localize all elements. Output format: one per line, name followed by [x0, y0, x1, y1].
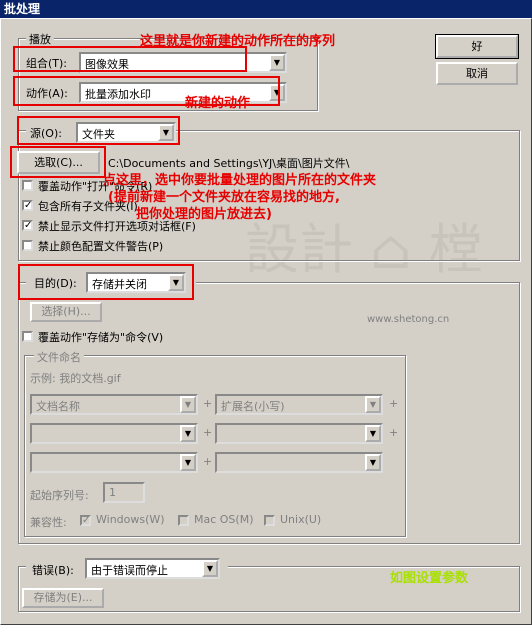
chevron-down-icon: ▼	[269, 54, 285, 71]
override-save-label: 覆盖动作"存储为"命令(V)	[38, 331, 164, 344]
errors-value: 由于错误而停止	[91, 564, 168, 577]
highlight-source	[17, 116, 180, 145]
name-field-1[interactable]: 文档名称 ▼	[30, 394, 198, 415]
cancel-button[interactable]: 取消	[436, 62, 518, 85]
chevron-down-icon: ▼	[202, 560, 218, 577]
include-subfolders-checkbox[interactable]: ✓	[22, 200, 33, 211]
settings-note: 如图设置参数	[390, 571, 469, 586]
serial-input[interactable]: 1	[103, 482, 145, 503]
chevron-down-icon: ▼	[180, 425, 196, 442]
naming-example: 示例: 我的文档.gif	[30, 372, 121, 385]
serial-value: 1	[109, 486, 116, 499]
errors-select[interactable]: 由于错误而停止 ▼	[85, 558, 220, 579]
name-field-5[interactable]: ▼	[30, 452, 198, 473]
suppress-color-checkbox[interactable]	[22, 240, 33, 251]
override-open-checkbox[interactable]	[22, 180, 33, 191]
chevron-down-icon: ▼	[365, 454, 381, 471]
name-field-2-value: 扩展名(小写)	[221, 400, 285, 413]
highlight-choose	[10, 146, 106, 178]
compat-windows-label: Windows(W)	[96, 513, 165, 526]
compat-mac-checkbox[interactable]	[178, 515, 189, 526]
compat-windows-checkbox[interactable]: ✓	[80, 515, 91, 526]
name-field-2[interactable]: 扩展名(小写) ▼	[215, 394, 383, 415]
plus-sign: +	[389, 397, 399, 410]
highlight-set	[13, 46, 247, 72]
plus-sign: +	[203, 455, 213, 468]
sequence-note: 这里就是你新建的动作所在的序列	[140, 34, 336, 49]
compat-mac-label: Mac OS(M)	[194, 513, 254, 526]
name-field-6[interactable]: ▼	[215, 452, 383, 473]
play-legend: 播放	[26, 31, 54, 47]
chevron-down-icon: ▼	[365, 425, 381, 442]
chevron-down-icon: ▼	[180, 396, 196, 413]
errors-label: 错误(B):	[32, 564, 74, 577]
window-title: 批处理	[4, 2, 41, 16]
serial-label: 起始序列号:	[30, 489, 89, 502]
name-field-4[interactable]: ▼	[215, 423, 383, 444]
save-as-button[interactable]: 存储为(E)...	[22, 588, 104, 608]
action-note: 新建的动作	[185, 96, 251, 111]
suppress-dialogs-checkbox[interactable]: ✓	[22, 220, 33, 231]
plus-sign: +	[389, 426, 399, 439]
title-bar: 批处理	[0, 0, 532, 18]
chevron-down-icon: ▼	[180, 454, 196, 471]
file-naming-legend: 文件命名	[34, 349, 84, 365]
choose-destination-button[interactable]: 选择(H)...	[30, 302, 102, 322]
plus-sign: +	[203, 426, 213, 439]
suppress-color-label: 禁止颜色配置文件警告(P)	[38, 240, 164, 253]
highlight-destination	[18, 264, 194, 300]
override-save-checkbox[interactable]	[22, 331, 33, 342]
ok-button[interactable]: 好	[435, 34, 519, 59]
name-field-3[interactable]: ▼	[30, 423, 198, 444]
compat-unix-label: Unix(U)	[280, 513, 322, 526]
compat-label: 兼容性:	[30, 516, 67, 529]
chevron-down-icon: ▼	[365, 396, 381, 413]
plus-sign: +	[203, 397, 213, 410]
name-field-1-value: 文档名称	[36, 400, 80, 413]
compat-unix-checkbox[interactable]	[264, 515, 275, 526]
click-note-3: 把你处理的图片放进去)	[136, 207, 272, 222]
